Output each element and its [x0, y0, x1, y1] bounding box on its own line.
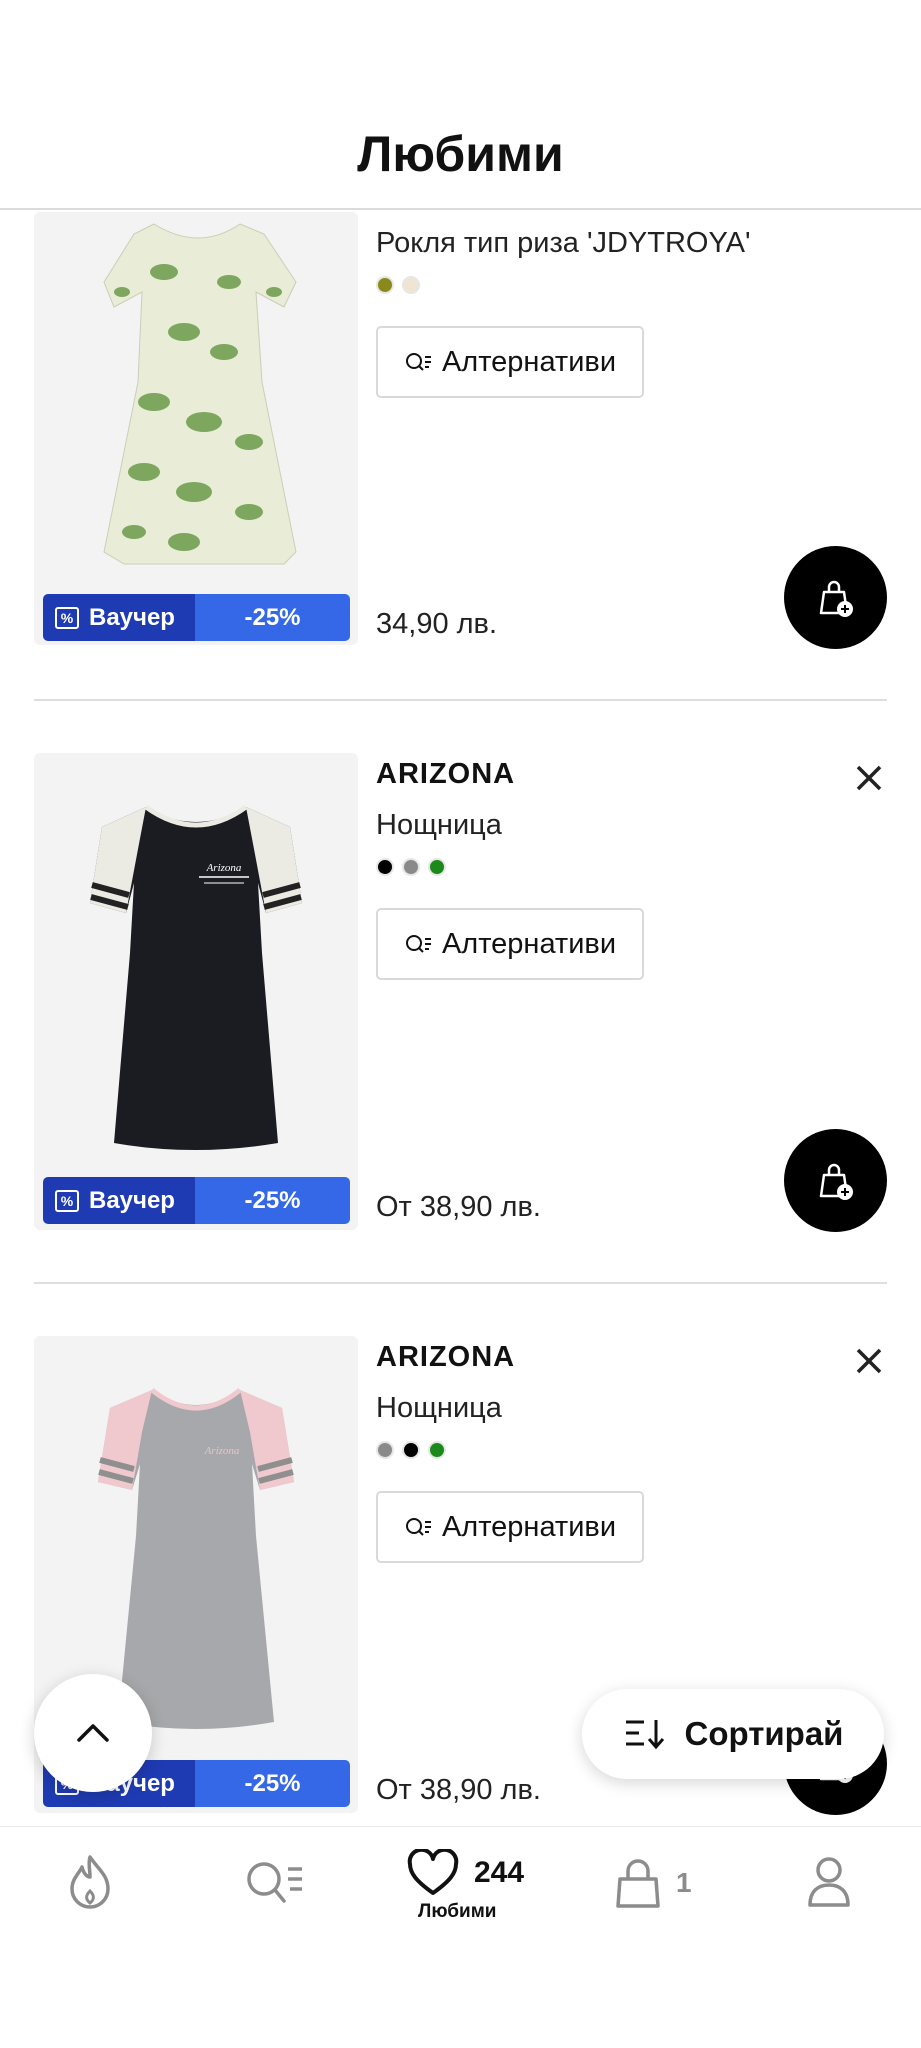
cart-count: 1	[676, 1867, 692, 1898]
sort-icon	[625, 1720, 664, 1750]
voucher-label: Ваучер	[89, 603, 175, 631]
color-swatch[interactable]	[402, 276, 420, 294]
color-swatch[interactable]	[428, 1441, 446, 1459]
svg-text:Arizona: Arizona	[206, 862, 242, 874]
nav-search[interactable]	[244, 1857, 306, 1907]
voucher-label: Ваучер	[89, 1186, 175, 1214]
search-list-icon	[405, 935, 431, 953]
product-name[interactable]: Рокля тип риза 'JDYTROYA'	[376, 227, 751, 260]
divider	[34, 699, 887, 701]
scroll-to-top-button[interactable]	[34, 1674, 152, 1792]
color-swatch[interactable]	[376, 1441, 394, 1459]
nav-account[interactable]	[806, 1855, 852, 1909]
alternatives-button[interactable]: Алтернативи	[376, 908, 644, 980]
user-icon	[808, 1857, 850, 1907]
search-list-icon	[247, 1862, 302, 1903]
voucher-badge: % Ваучер -25%	[43, 1177, 350, 1224]
shopping-bag-icon	[616, 1859, 660, 1908]
svg-text:Arizona: Arizona	[204, 1445, 240, 1457]
search-list-icon	[405, 1518, 431, 1536]
close-icon	[856, 1348, 882, 1374]
alternatives-button[interactable]: Алтернативи	[376, 326, 644, 398]
color-swatch[interactable]	[376, 276, 394, 294]
favorites-count: 244	[474, 1856, 525, 1889]
product-image[interactable]: Arizona % Ваучер -25%	[34, 753, 358, 1230]
add-to-cart-button[interactable]	[784, 1129, 887, 1232]
color-swatch[interactable]	[402, 1441, 420, 1459]
dress-image	[103, 223, 297, 565]
color-swatch[interactable]	[376, 858, 394, 876]
product-card[interactable]: % Ваучер -25% Рокля тип риза 'JDYTROYA' …	[0, 212, 921, 692]
chevron-up-icon	[77, 1724, 109, 1742]
nav-home[interactable]	[62, 1851, 118, 1911]
nav-favorites[interactable]: 244 Любими	[406, 1849, 524, 1923]
flame-icon	[70, 1855, 110, 1909]
product-brand[interactable]: ARIZONA	[376, 1341, 515, 1374]
color-swatch[interactable]	[402, 858, 420, 876]
voucher-badge: % Ваучер -25%	[43, 594, 350, 641]
product-image[interactable]: % Ваучер -25%	[34, 212, 358, 645]
bag-plus-icon	[819, 1163, 853, 1200]
product-name[interactable]: Нощница	[376, 809, 502, 842]
product-price: От 38,90 лв.	[376, 1191, 541, 1223]
nav-cart[interactable]: 1	[614, 1857, 692, 1909]
alternatives-label: Алтернативи	[441, 1510, 617, 1543]
close-icon	[856, 765, 882, 791]
color-swatches	[376, 276, 420, 294]
remove-favorite-button[interactable]	[852, 1344, 886, 1378]
bag-plus-icon	[819, 580, 853, 617]
search-list-icon	[405, 353, 431, 371]
page-title: Любими	[357, 126, 564, 182]
alternatives-label: Алтернативи	[441, 345, 617, 378]
page-header: Любими	[0, 0, 921, 210]
bottom-navigation: 244 Любими 1	[0, 1826, 921, 2048]
divider	[34, 1282, 887, 1284]
discount-label: -25%	[195, 594, 350, 641]
product-brand[interactable]: ARIZONA	[376, 758, 515, 791]
favorites-label: Любими	[418, 1901, 497, 1922]
heart-icon	[407, 1849, 459, 1895]
sort-label: Сортирай	[684, 1715, 844, 1752]
product-price: От 38,90 лв.	[376, 1774, 541, 1806]
color-swatches	[376, 1441, 446, 1459]
discount-label: -25%	[195, 1177, 350, 1224]
remove-favorite-button[interactable]	[852, 761, 886, 795]
nightdress-image: Arizona	[90, 804, 302, 1150]
voucher-icon: %	[55, 1189, 79, 1212]
alternatives-button[interactable]: Алтернативи	[376, 1491, 644, 1563]
product-name[interactable]: Нощница	[376, 1392, 502, 1425]
product-price: 34,90 лв.	[376, 608, 498, 640]
favorites-page: Любими % Ваучер -25% Рокля тип риза 'JDY…	[0, 0, 921, 2048]
add-to-cart-button[interactable]	[784, 546, 887, 649]
discount-label: -25%	[195, 1760, 350, 1807]
sort-button[interactable]: Сортирай	[582, 1689, 884, 1779]
color-swatches	[376, 858, 446, 876]
color-swatch[interactable]	[428, 858, 446, 876]
voucher-icon: %	[55, 606, 79, 629]
alternatives-label: Алтернативи	[441, 927, 617, 960]
product-card[interactable]: Arizona % Ваучер -25% ARIZONA Нощница	[0, 753, 921, 1233]
